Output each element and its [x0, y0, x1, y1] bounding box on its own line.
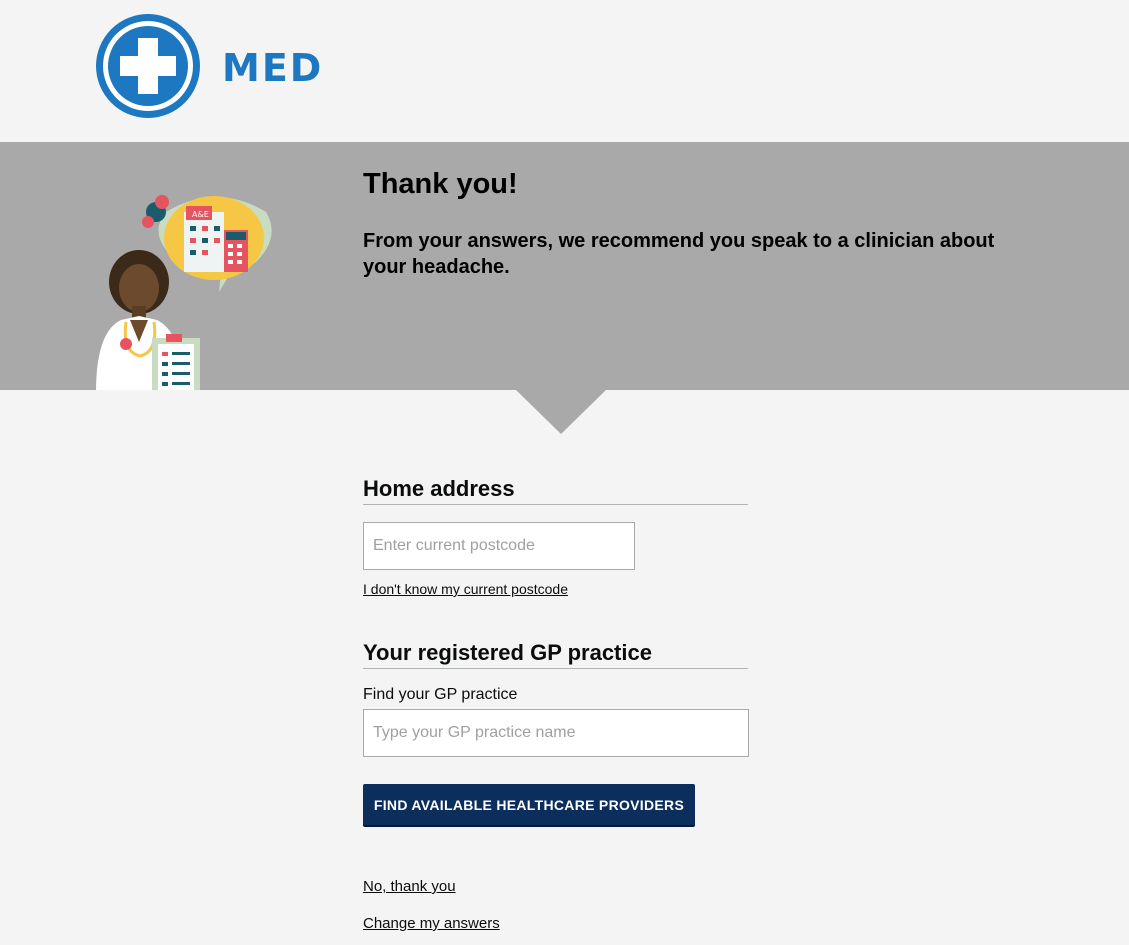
unknown-postcode-link[interactable]: I don't know my current postcode [363, 581, 568, 597]
change-answers-link[interactable]: Change my answers [363, 915, 500, 932]
postcode-input[interactable] [363, 522, 635, 570]
no-thank-you-link[interactable]: No, thank you [363, 878, 456, 895]
hero-banner: A&E Thank you! From your answers, we rec… [0, 142, 1129, 390]
gp-practice-heading: Your registered GP practice [363, 640, 748, 669]
home-address-heading: Home address [363, 476, 748, 505]
hero-pointer [516, 390, 606, 434]
find-providers-button[interactable]: FIND AVAILABLE HEALTHCARE PROVIDERS [363, 784, 695, 825]
gp-practice-label: Find your GP practice [363, 686, 518, 703]
page-title: Thank you! [363, 168, 518, 200]
hospital-sign-label: A&E [192, 210, 209, 219]
brand-name: MED [222, 46, 324, 90]
recommendation-message: From your answers, we recommend you spea… [363, 230, 995, 278]
medical-cross-icon [96, 14, 200, 118]
page: MED A&E Thank you! From your answers, we… [0, 0, 1129, 945]
doctor-illustration: A&E [96, 195, 272, 390]
brand-logo[interactable]: MED [94, 12, 334, 122]
gp-practice-input[interactable] [363, 709, 749, 757]
